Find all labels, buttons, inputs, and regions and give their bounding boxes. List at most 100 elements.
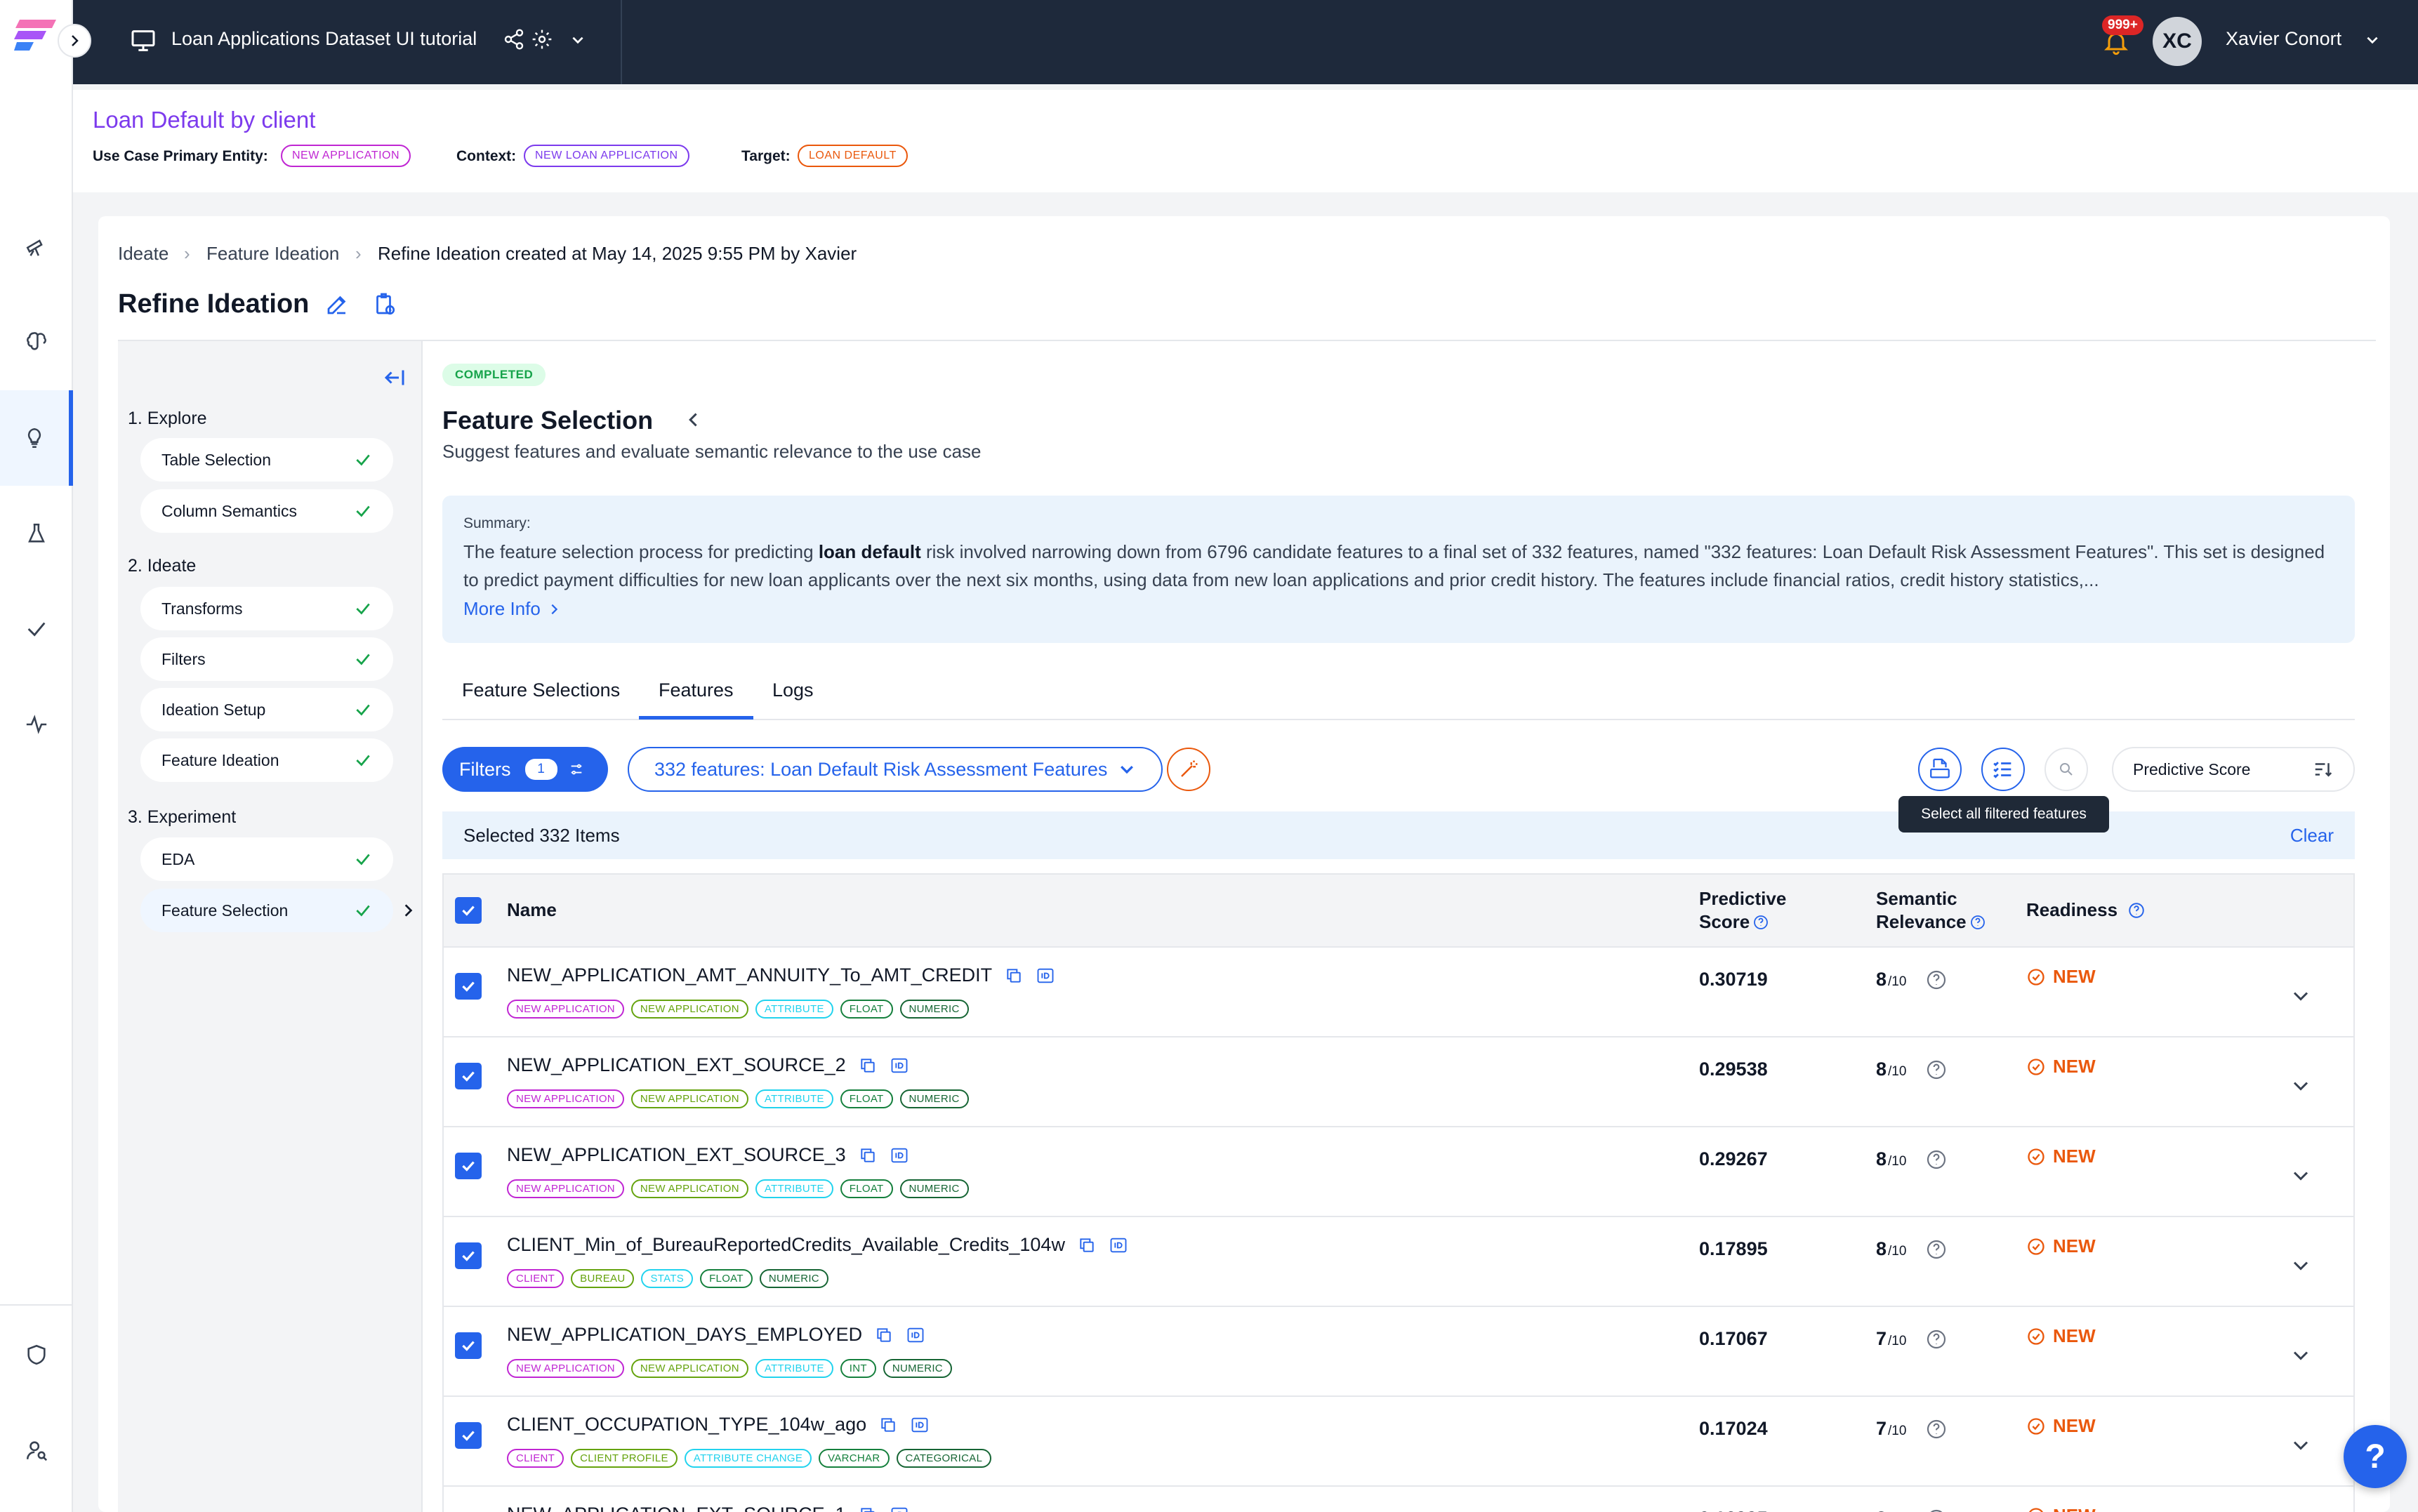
help-circle-icon[interactable] (1925, 1059, 1948, 1081)
export-csv-button[interactable] (1918, 748, 1962, 791)
step-ideation-setup[interactable]: Ideation Setup (140, 688, 393, 731)
copy-icon[interactable] (1078, 1236, 1096, 1254)
tab-logs[interactable]: Logs (772, 679, 814, 701)
table-row[interactable]: CLIENT_Min_of_BureauReportedCredits_Avai… (444, 1217, 2353, 1307)
gear-icon[interactable] (531, 28, 553, 51)
avatar[interactable]: XC (2153, 17, 2202, 66)
help-circle-icon[interactable] (1925, 1328, 1948, 1351)
copy-icon[interactable] (859, 1146, 877, 1165)
row-checkbox[interactable] (455, 973, 482, 1000)
help-circle-icon[interactable] (1925, 1418, 1948, 1440)
rail-toggle-button[interactable] (58, 24, 91, 58)
magic-wand-button[interactable] (1167, 748, 1210, 791)
breadcrumb-feature-ideation[interactable]: Feature Ideation (206, 243, 339, 265)
id-icon[interactable] (890, 1146, 909, 1165)
clipboard-icon[interactable] (372, 292, 397, 317)
feature-name[interactable]: NEW_APPLICATION_DAYS_EMPLOYED (507, 1324, 862, 1346)
rail-refine-button[interactable] (0, 390, 73, 486)
copy-icon[interactable] (879, 1416, 897, 1434)
table-row[interactable]: NEW_APPLICATION_EXT_SOURCE_1 0.16995 8/1… (444, 1487, 2353, 1512)
id-icon[interactable] (906, 1325, 925, 1345)
search-button[interactable] (2044, 748, 2088, 791)
column-header-name[interactable]: Name (507, 898, 557, 922)
feature-name[interactable]: CLIENT_Min_of_BureauReportedCredits_Avai… (507, 1234, 1065, 1256)
table-row[interactable]: NEW_APPLICATION_DAYS_EMPLOYED NEW APPLIC… (444, 1307, 2353, 1397)
rail-users-button[interactable] (0, 1402, 73, 1498)
help-circle-icon[interactable] (1969, 914, 1986, 931)
column-header-semantic-relevance[interactable]: Semantic Relevance (1876, 887, 1986, 934)
help-circle-icon[interactable] (1925, 1508, 1948, 1512)
edit-icon[interactable] (324, 292, 350, 317)
step-eda[interactable]: EDA (140, 837, 393, 881)
rail-monitor-button[interactable] (0, 677, 73, 772)
expand-row-chevron-icon[interactable] (2290, 1255, 2311, 1276)
clear-selection-button[interactable]: Clear (2290, 825, 2334, 847)
id-icon[interactable] (1109, 1235, 1128, 1255)
help-button[interactable]: ? (2344, 1425, 2407, 1488)
share-icon[interactable] (503, 28, 525, 51)
copy-icon[interactable] (1005, 967, 1023, 985)
username[interactable]: Xavier Conort (2226, 28, 2341, 50)
step-column-semantics[interactable]: Column Semantics (140, 489, 393, 533)
feature-name[interactable]: NEW_APPLICATION_AMT_ANNUITY_To_AMT_CREDI… (507, 964, 992, 986)
tab-features[interactable]: Features (659, 679, 734, 701)
expand-row-chevron-icon[interactable] (2290, 1345, 2311, 1366)
column-header-predictive-score[interactable]: Predictive Score (1699, 887, 1786, 934)
feature-name[interactable]: NEW_APPLICATION_EXT_SOURCE_2 (507, 1054, 846, 1076)
step-feature-selection[interactable]: Feature Selection (140, 889, 393, 932)
filters-button[interactable]: Filters 1 (442, 747, 608, 792)
row-checkbox[interactable] (455, 1063, 482, 1089)
expand-row-chevron-icon[interactable] (2290, 1435, 2311, 1456)
dataset-title[interactable]: Loan Applications Dataset UI tutorial (171, 28, 477, 50)
id-icon[interactable] (1036, 966, 1055, 986)
user-menu-chevron-icon[interactable] (2365, 32, 2380, 48)
chevron-left-icon[interactable] (685, 411, 702, 428)
breadcrumb-ideate[interactable]: Ideate (118, 243, 169, 265)
table-row[interactable]: NEW_APPLICATION_EXT_SOURCE_2 NEW APPLICA… (444, 1037, 2353, 1127)
row-checkbox[interactable] (455, 1332, 482, 1359)
id-icon[interactable] (890, 1505, 909, 1512)
id-icon[interactable] (910, 1415, 930, 1435)
expand-row-chevron-icon[interactable] (2290, 986, 2311, 1007)
notification-badge[interactable]: 999+ (2102, 15, 2143, 35)
rail-ideate-button[interactable] (0, 293, 73, 389)
rail-explore-button[interactable] (0, 198, 73, 293)
help-circle-icon[interactable] (1925, 1148, 1948, 1171)
rail-experiment-button[interactable] (0, 486, 73, 581)
step-table-selection[interactable]: Table Selection (140, 438, 393, 482)
use-case-title[interactable]: Loan Default by client (93, 107, 315, 133)
tab-feature-selections[interactable]: Feature Selections (462, 679, 620, 701)
help-circle-icon[interactable] (1752, 914, 1769, 931)
select-all-checkbox[interactable] (455, 897, 482, 924)
help-circle-icon[interactable] (1925, 969, 1948, 991)
collapse-stepper-icon[interactable] (382, 365, 407, 390)
step-transforms[interactable]: Transforms (140, 587, 393, 630)
feature-name[interactable]: CLIENT_OCCUPATION_TYPE_104w_ago (507, 1414, 866, 1435)
feature-set-select[interactable]: 332 features: Loan Default Risk Assessme… (628, 747, 1163, 792)
expand-row-chevron-icon[interactable] (2290, 1075, 2311, 1096)
step-filters[interactable]: Filters (140, 637, 393, 681)
row-checkbox[interactable] (455, 1153, 482, 1179)
select-all-filtered-button[interactable] (1981, 748, 2025, 791)
rail-approve-button[interactable] (0, 581, 73, 677)
help-circle-icon[interactable] (1925, 1238, 1948, 1261)
chevron-down-icon[interactable] (570, 32, 586, 48)
feature-name[interactable]: NEW_APPLICATION_EXT_SOURCE_3 (507, 1144, 846, 1166)
expand-row-chevron-icon[interactable] (2290, 1165, 2311, 1186)
copy-icon[interactable] (875, 1326, 893, 1344)
row-checkbox[interactable] (455, 1422, 482, 1449)
featureform-logo[interactable] (14, 17, 59, 53)
table-row[interactable]: CLIENT_OCCUPATION_TYPE_104w_ago CLIENT CL… (444, 1397, 2353, 1487)
feature-name[interactable]: NEW_APPLICATION_EXT_SOURCE_1 (507, 1504, 846, 1512)
column-header-readiness[interactable]: Readiness (2026, 898, 2146, 922)
row-checkbox[interactable] (455, 1242, 482, 1269)
table-row[interactable]: NEW_APPLICATION_AMT_ANNUITY_To_AMT_CREDI… (444, 948, 2353, 1037)
more-info-link[interactable]: More Info (463, 598, 2334, 620)
copy-icon[interactable] (859, 1056, 877, 1075)
step-feature-ideation[interactable]: Feature Ideation (140, 738, 393, 782)
copy-icon[interactable] (859, 1506, 877, 1512)
id-icon[interactable] (890, 1056, 909, 1075)
rail-admin-button[interactable] (0, 1307, 73, 1402)
sort-select[interactable]: Predictive Score (2112, 747, 2355, 792)
table-row[interactable]: NEW_APPLICATION_EXT_SOURCE_3 NEW APPLICA… (444, 1127, 2353, 1217)
